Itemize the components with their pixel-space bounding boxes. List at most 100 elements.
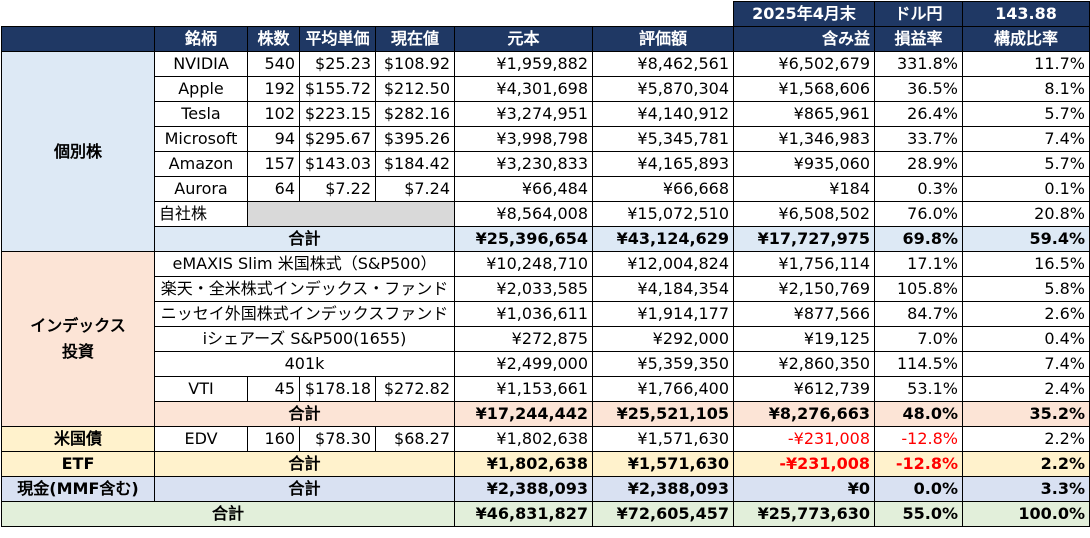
unrealized-gain: ¥612,739 (733, 376, 875, 402)
table-row: Aurora 64 $7.22 $7.24 ¥66,484 ¥66,668 ¥1… (2, 176, 1090, 202)
empty-cell (247, 201, 455, 227)
fx-value: 143.88 (962, 1, 1090, 27)
current-price: $108.92 (375, 51, 455, 77)
col-header-gain: 含み益 (733, 26, 875, 52)
shares: 64 (247, 176, 300, 202)
gain-rate: 26.4% (874, 101, 963, 127)
valuation: ¥4,140,912 (592, 101, 734, 127)
valuation: ¥12,004,824 (592, 251, 734, 277)
col-header-ratio: 構成比率 (962, 26, 1090, 52)
gain-rate: 17.1% (874, 251, 963, 277)
subtotal-label: 合計 (154, 226, 455, 252)
subtotal-gain: -¥231,008 (733, 451, 875, 477)
fund-name: eMAXIS Slim 米国株式（S&P500） (154, 251, 455, 277)
avg-price: $223.15 (299, 101, 376, 127)
table-row: Apple 192 $155.72 $212.50 ¥4,301,698 ¥5,… (2, 76, 1090, 102)
category-bond-line2: ETF (1, 451, 155, 477)
composition-ratio: 20.8% (962, 201, 1090, 227)
composition-ratio: 16.5% (962, 251, 1090, 277)
gain-rate: 331.8% (874, 51, 963, 77)
valuation: ¥4,184,354 (592, 276, 734, 302)
gain-rate: 84.7% (874, 301, 963, 327)
table-row: 楽天・全米株式インデックス・ファンド ¥2,033,585 ¥4,184,354… (2, 276, 1090, 302)
gain-rate: 7.0% (874, 326, 963, 352)
unrealized-gain: ¥19,125 (733, 326, 875, 352)
shares: 540 (247, 51, 300, 77)
stock-name: Microsoft (154, 126, 248, 152)
unrealized-gain: ¥2,150,769 (733, 276, 875, 302)
subtotal-valuation: ¥2,388,093 (592, 476, 734, 502)
subtotal-valuation: ¥1,571,630 (592, 451, 734, 477)
avg-price: $178.18 (299, 376, 376, 402)
fx-label: ドル円 (874, 1, 963, 27)
subtotal-ratio: 59.4% (962, 226, 1090, 252)
gain-rate: 33.7% (874, 126, 963, 152)
table-row: インデックス 投資 eMAXIS Slim 米国株式（S&P500） ¥10,2… (1, 251, 1090, 427)
col-header-name: 銘柄 (154, 26, 248, 52)
subtotal-principal: ¥2,388,093 (454, 476, 593, 502)
category-cash: 現金(MMF含む) (1, 476, 155, 502)
fund-name: ニッセイ外国株式インデックスファンド (154, 301, 455, 327)
valuation: ¥15,072,510 (592, 201, 734, 227)
principal: ¥272,875 (454, 326, 593, 352)
stock-name: VTI (154, 376, 248, 402)
valuation: ¥1,766,400 (592, 376, 734, 402)
subtotal-rate: -12.8% (874, 451, 963, 477)
composition-ratio: 7.4% (962, 351, 1090, 377)
valuation: ¥1,914,177 (592, 301, 734, 327)
table-row: ニッセイ外国株式インデックスファンド ¥1,036,611 ¥1,914,177… (2, 301, 1090, 327)
subtotal-rate: 69.8% (874, 226, 963, 252)
col-header-value: 評価額 (592, 26, 734, 52)
shares: 160 (247, 426, 300, 452)
subtotal-ratio: 2.2% (962, 451, 1090, 477)
unrealized-gain: ¥6,502,679 (733, 51, 875, 77)
subtotal-row: ETF 合計 ¥1,802,638 ¥1,571,630 -¥231,008 -… (1, 451, 1090, 477)
gain-rate: 36.5% (874, 76, 963, 102)
subtotal-valuation: ¥25,521,105 (592, 401, 734, 427)
shares: 157 (247, 151, 300, 177)
stock-name: EDV (154, 426, 248, 452)
principal: ¥3,274,951 (454, 101, 593, 127)
unrealized-gain: ¥184 (733, 176, 875, 202)
fund-name: iシェアーズ S&P500(1655) (154, 326, 455, 352)
subtotal-row: 現金(MMF含む) 合計 ¥2,388,093 ¥2,388,093 ¥0 0.… (1, 476, 1090, 502)
unrealized-gain: ¥6,508,502 (733, 201, 875, 227)
valuation: ¥5,870,304 (592, 76, 734, 102)
shares: 192 (247, 76, 300, 102)
subtotal-rate: 48.0% (874, 401, 963, 427)
composition-ratio: 5.7% (962, 151, 1090, 177)
principal: ¥3,230,833 (454, 151, 593, 177)
grand-total-ratio: 100.0% (962, 501, 1090, 527)
composition-ratio: 2.6% (962, 301, 1090, 327)
stock-name: 自社株 (154, 201, 248, 227)
unrealized-gain: ¥1,346,983 (733, 126, 875, 152)
avg-price: $295.67 (299, 126, 376, 152)
grand-total-label: 合計 (1, 501, 455, 527)
stock-name: Tesla (154, 101, 248, 127)
valuation: ¥5,345,781 (592, 126, 734, 152)
col-header-price: 現在値 (375, 26, 455, 52)
principal: ¥1,959,882 (454, 51, 593, 77)
table-row: Tesla 102 $223.15 $282.16 ¥3,274,951 ¥4,… (2, 101, 1090, 127)
composition-ratio: 0.4% (962, 326, 1090, 352)
principal: ¥66,484 (454, 176, 593, 202)
unrealized-gain: ¥1,568,606 (733, 76, 875, 102)
subtotal-principal: ¥17,244,442 (454, 401, 593, 427)
principal: ¥2,033,585 (454, 276, 593, 302)
composition-ratio: 11.7% (962, 51, 1090, 77)
top-info-row: 2025年4月末 ドル円 143.88 (1, 1, 1090, 27)
fund-name: 楽天・全米株式インデックス・ファンド (154, 276, 455, 302)
col-header-rate: 損益率 (874, 26, 963, 52)
current-price: $68.27 (375, 426, 455, 452)
current-price: $184.42 (375, 151, 455, 177)
current-price: $282.16 (375, 101, 455, 127)
stock-name: Amazon (154, 151, 248, 177)
subtotal-label: 合計 (154, 476, 455, 502)
column-header-row: 銘柄 株数 平均単価 現在値 元本 評価額 含み益 損益率 構成比率 (1, 26, 1090, 52)
valuation: ¥5,359,350 (592, 351, 734, 377)
composition-ratio: 5.7% (962, 101, 1090, 127)
valuation: ¥1,571,630 (592, 426, 734, 452)
table-row: Microsoft 94 $295.67 $395.26 ¥3,998,798 … (2, 126, 1090, 152)
subtotal-gain: ¥17,727,975 (733, 226, 875, 252)
avg-price: $7.22 (299, 176, 376, 202)
